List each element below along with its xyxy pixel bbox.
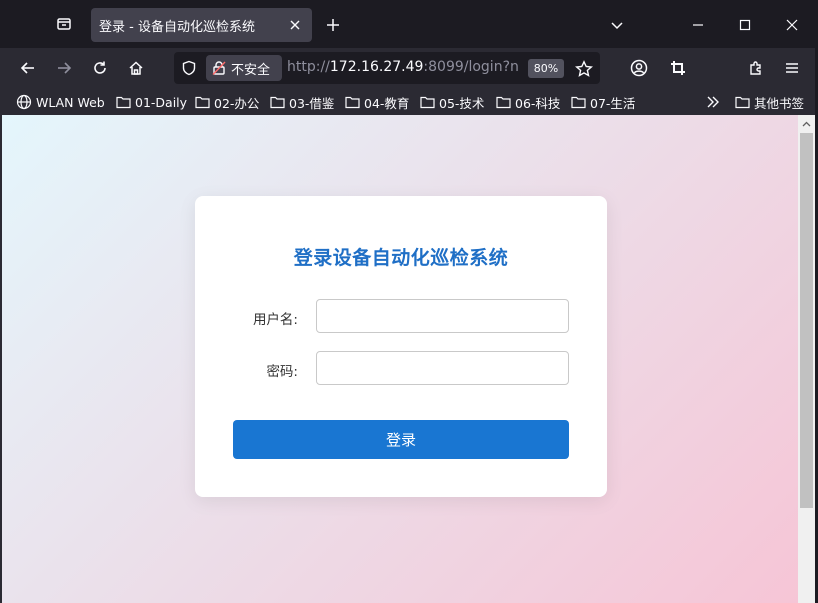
active-tab[interactable]: 登录 - 设备自动化巡检系统 <box>91 8 312 42</box>
login-card: 登录设备自动化巡检系统 用户名: 密码: 登录 <box>195 196 607 497</box>
login-button[interactable]: 登录 <box>233 420 569 459</box>
bookmark-wlan-web[interactable]: WLAN Web <box>16 92 105 112</box>
password-input[interactable] <box>316 351 569 385</box>
menu-icon[interactable] <box>780 56 804 80</box>
url-text[interactable]: http://172.16.27.49:8099/login?nex <box>287 59 519 75</box>
reload-icon[interactable] <box>88 56 112 80</box>
chevron-double-right-icon[interactable] <box>706 92 724 112</box>
bookmark-folder-04[interactable]: 04-教育 <box>345 92 409 112</box>
maximize-icon[interactable] <box>734 14 756 36</box>
bookmark-label: 01-Daily <box>135 94 188 110</box>
bookmarks-bar: WLAN Web 01-Daily 02-办公 03-借鉴 04-教育 05-技… <box>0 88 818 115</box>
bookmark-folder-02[interactable]: 02-办公 <box>195 92 259 112</box>
zoom-level-badge[interactable]: 80% <box>528 59 564 78</box>
window-close-icon[interactable] <box>781 14 803 36</box>
security-label: 不安全 <box>231 62 271 78</box>
scrollbar-thumb[interactable] <box>800 133 813 508</box>
account-icon[interactable] <box>627 56 651 80</box>
password-label: 密码: <box>266 364 298 380</box>
folder-icon <box>116 96 131 109</box>
bookmark-label: 04-教育 <box>364 95 410 111</box>
bookmark-folder-07[interactable]: 07-生活 <box>571 92 635 112</box>
folder-icon <box>195 96 210 109</box>
username-input[interactable] <box>316 299 569 333</box>
home-icon[interactable] <box>124 56 148 80</box>
forward-arrow-icon[interactable] <box>52 56 76 80</box>
bookmark-label: 02-办公 <box>214 95 260 111</box>
bookmark-folder-03[interactable]: 03-借鉴 <box>270 92 334 112</box>
tab-title: 登录 - 设备自动化巡检系统 <box>99 19 255 35</box>
bookmark-folder-01[interactable]: 01-Daily <box>116 92 187 112</box>
folder-icon <box>496 96 511 109</box>
back-arrow-icon[interactable] <box>16 56 40 80</box>
bookmark-folder-06[interactable]: 06-科技 <box>496 92 560 112</box>
folder-icon <box>571 96 586 109</box>
chevron-down-icon[interactable] <box>606 14 628 36</box>
tab-list-icon[interactable] <box>52 12 76 36</box>
minimize-icon[interactable] <box>687 14 709 36</box>
folder-icon <box>735 96 750 109</box>
bookmark-label: 05-技术 <box>439 95 485 111</box>
folder-icon <box>270 96 285 109</box>
address-bar[interactable]: 不安全 http://172.16.27.49:8099/login?nex 8… <box>174 52 600 84</box>
scroll-up-arrow-icon[interactable] <box>798 115 815 132</box>
other-bookmarks[interactable]: 其他书签 <box>735 92 804 112</box>
close-icon[interactable] <box>286 16 304 34</box>
globe-icon <box>16 94 32 110</box>
star-icon[interactable] <box>574 59 594 79</box>
navigation-bar: 不安全 http://172.16.27.49:8099/login?nex 8… <box>0 48 818 88</box>
plus-icon[interactable] <box>322 14 344 36</box>
folder-icon <box>345 96 360 109</box>
other-bookmarks-label: 其他书签 <box>754 95 805 111</box>
insecure-lock-icon <box>211 60 227 76</box>
bookmark-label: WLAN Web <box>36 94 105 110</box>
vertical-scrollbar[interactable] <box>798 115 815 603</box>
bookmark-folder-05[interactable]: 05-技术 <box>420 92 484 112</box>
bookmark-label: 03-借鉴 <box>289 95 335 111</box>
page-title: 登录设备自动化巡检系统 <box>293 247 509 269</box>
bookmark-label: 06-科技 <box>515 95 561 111</box>
username-label: 用户名: <box>252 312 298 328</box>
page-content: 登录设备自动化巡检系统 用户名: 密码: 登录 <box>2 115 798 603</box>
shield-icon[interactable] <box>180 59 198 77</box>
extensions-icon[interactable] <box>744 56 768 80</box>
site-security-button[interactable]: 不安全 <box>206 55 282 81</box>
crop-icon[interactable] <box>666 56 690 80</box>
tab-bar: 登录 - 设备自动化巡检系统 <box>0 0 818 48</box>
folder-icon <box>420 96 435 109</box>
bookmark-label: 07-生活 <box>590 95 636 111</box>
